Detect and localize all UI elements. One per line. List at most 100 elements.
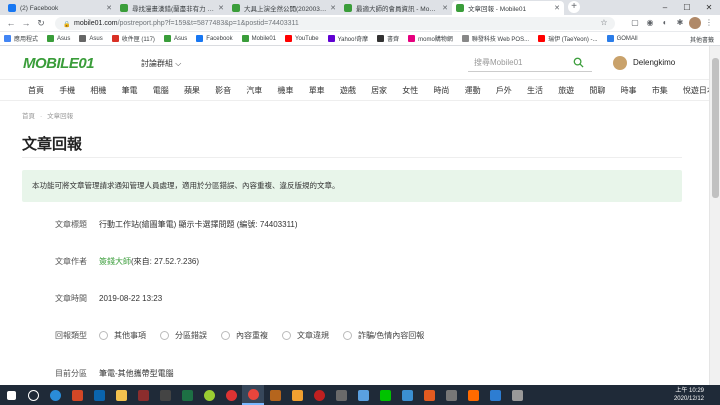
close-window-icon[interactable]: ✕ <box>698 0 720 15</box>
bookmark-item[interactable]: 書齊 <box>377 34 399 43</box>
category-nav-item[interactable]: 時尚 <box>433 85 449 96</box>
extension-icon[interactable]: ◉ <box>645 18 655 28</box>
extension-icon[interactable]: ▢ <box>630 18 640 28</box>
app-icon[interactable] <box>198 385 220 405</box>
windows-start-icon[interactable] <box>0 385 22 405</box>
browser-tab-active[interactable]: 文章回報 - Mobile01 ✕ <box>452 1 564 15</box>
bookmark-item[interactable]: Yahoo!奇摩 <box>327 34 368 43</box>
extension-icon[interactable]: ◐ <box>660 18 670 28</box>
reload-icon[interactable]: ↻ <box>35 17 47 29</box>
browser-tab[interactable]: 尋找漫畫漢錯(蘭盡非有力 - 微供 ✕ <box>116 1 228 15</box>
back-icon[interactable]: ← <box>5 17 17 29</box>
category-nav-item[interactable]: 運動 <box>465 85 481 96</box>
category-nav-item[interactable]: 女性 <box>402 85 418 96</box>
category-nav-item[interactable]: 旅遊 <box>558 85 574 96</box>
other-bookmarks[interactable]: 其他書籤 <box>690 32 714 46</box>
user-avatar[interactable] <box>613 56 627 70</box>
chrome-icon[interactable] <box>242 385 264 405</box>
maximize-icon[interactable]: ☐ <box>676 0 698 15</box>
browser-tab[interactable]: 大具上演全然公開(202003 play... ✕ <box>228 1 340 15</box>
category-nav-item[interactable]: 市集 <box>652 85 668 96</box>
star-icon[interactable]: ☆ <box>599 18 609 28</box>
radio-circle-icon[interactable] <box>282 331 291 340</box>
category-nav-item[interactable]: 相機 <box>90 85 106 96</box>
author-link[interactable]: 簽錢大師 <box>99 256 131 267</box>
close-icon[interactable]: ✕ <box>330 4 336 12</box>
app-icon[interactable] <box>264 385 286 405</box>
breadcrumb-home[interactable]: 首頁 <box>22 113 35 120</box>
radio-circle-icon[interactable] <box>160 331 169 340</box>
app-icon[interactable] <box>308 385 330 405</box>
excel-icon[interactable] <box>176 385 198 405</box>
radio-circle-icon[interactable] <box>343 331 352 340</box>
app-icon[interactable] <box>396 385 418 405</box>
bookmark-item[interactable]: momo購物網 <box>408 34 453 43</box>
forward-icon[interactable]: → <box>20 17 32 29</box>
close-icon[interactable]: ✕ <box>554 4 560 12</box>
app-icon[interactable] <box>506 385 528 405</box>
category-nav-item[interactable]: 電腦 <box>153 85 169 96</box>
close-icon[interactable]: ✕ <box>442 4 448 12</box>
app-icon[interactable] <box>352 385 374 405</box>
category-nav-item[interactable]: 筆電 <box>122 85 138 96</box>
report-type-radio[interactable]: 其他事項 <box>99 330 146 341</box>
bookmark-item[interactable]: 收件匣 (117) <box>111 34 155 43</box>
radio-circle-icon[interactable] <box>221 331 230 340</box>
category-nav-item[interactable]: 生活 <box>527 85 543 96</box>
new-tab-button[interactable]: + <box>568 1 580 13</box>
game-icon[interactable] <box>132 385 154 405</box>
report-type-radio[interactable]: 內容重複 <box>221 330 268 341</box>
radio-circle-icon[interactable] <box>99 331 108 340</box>
category-nav-item[interactable]: 遊戲 <box>340 85 356 96</box>
bookmark-item[interactable]: 瑞伊 (TaeYeon) -... <box>538 34 598 43</box>
line-icon[interactable] <box>374 385 396 405</box>
app-icon[interactable] <box>484 385 506 405</box>
bookmark-item[interactable]: GOMAll <box>606 35 638 42</box>
minimize-icon[interactable]: – <box>654 0 676 15</box>
app-icon[interactable] <box>462 385 484 405</box>
username[interactable]: Delengkimo <box>633 58 675 67</box>
puzzle-icon[interactable]: ✱ <box>675 18 685 28</box>
category-nav-item[interactable]: 機車 <box>278 85 294 96</box>
bookmark-item[interactable]: YouTube <box>285 35 319 42</box>
app-icon[interactable] <box>440 385 462 405</box>
address-bar[interactable]: 🔒 mobile01.com/postreport.php?f=159&t=58… <box>55 17 615 30</box>
profile-avatar[interactable] <box>689 17 701 29</box>
site-logo[interactable]: MOBILE01 <box>23 55 95 72</box>
forum-group-menu[interactable]: 討論群組 ⌵ <box>141 58 181 69</box>
report-type-radio[interactable]: 文章違規 <box>282 330 329 341</box>
scrollbar-thumb[interactable] <box>712 58 719 198</box>
edge-icon[interactable] <box>44 385 66 405</box>
category-nav-item[interactable]: 手機 <box>59 85 75 96</box>
browser-tab[interactable]: (2) Facebook ✕ <box>4 1 116 15</box>
report-type-radio[interactable]: 分區錯誤 <box>160 330 207 341</box>
category-nav-item[interactable]: 單車 <box>309 85 325 96</box>
browser-tab[interactable]: 最適大師的會員資訊 - Mobile01 ✕ <box>340 1 452 15</box>
category-nav-item[interactable]: 汽車 <box>246 85 262 96</box>
bookmark-item[interactable]: Asus <box>47 35 70 42</box>
bookmark-item[interactable]: Asus <box>163 35 187 42</box>
close-icon[interactable]: ✕ <box>218 4 224 12</box>
category-nav-item[interactable]: 影音 <box>215 85 231 96</box>
search-icon[interactable] <box>22 385 44 405</box>
category-nav-item[interactable]: 閒聊 <box>589 85 605 96</box>
outlook-icon[interactable] <box>88 385 110 405</box>
bookmark-item[interactable]: 應用程式 <box>4 34 38 43</box>
page-scrollbar[interactable] <box>709 46 720 385</box>
category-nav-item[interactable]: 戶外 <box>496 85 512 96</box>
category-nav-item[interactable]: 居家 <box>371 85 387 96</box>
file-explorer-icon[interactable] <box>110 385 132 405</box>
app-icon[interactable] <box>418 385 440 405</box>
report-type-radio[interactable]: 詐騙/色情內容回報 <box>343 330 424 341</box>
bookmark-item[interactable]: Mobile01 <box>241 35 276 42</box>
search-icon[interactable] <box>573 57 584 68</box>
powerpoint-icon[interactable] <box>66 385 88 405</box>
bookmark-item[interactable]: Asus <box>79 35 103 42</box>
close-icon[interactable]: ✕ <box>106 4 112 12</box>
category-nav-item[interactable]: 時事 <box>621 85 637 96</box>
category-nav-item[interactable]: 蘋果 <box>184 85 200 96</box>
category-nav-item[interactable]: 首頁 <box>28 85 44 96</box>
app-icon[interactable] <box>220 385 242 405</box>
app-icon[interactable] <box>154 385 176 405</box>
bookmark-item[interactable]: Facebook <box>196 35 233 42</box>
